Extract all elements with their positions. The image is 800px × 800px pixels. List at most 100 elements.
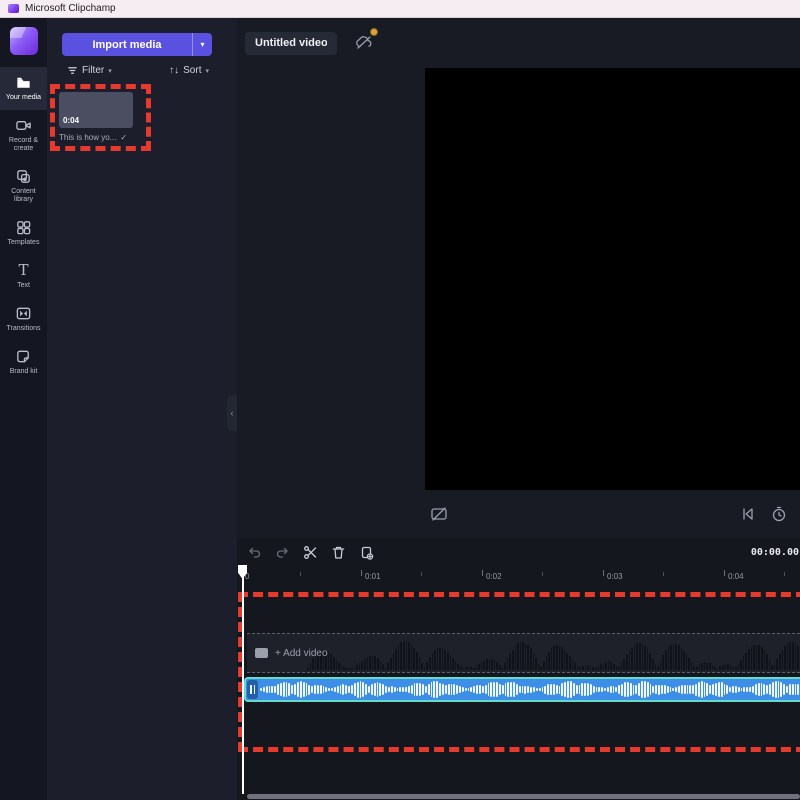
video-preview[interactable] — [425, 68, 800, 490]
sidebar-item-label: Text — [17, 282, 30, 290]
redo-icon — [275, 545, 290, 560]
timeline-tracks: + Add video — [237, 592, 800, 794]
app-root: Your media Record & create Content libra… — [0, 18, 800, 800]
skip-to-start-button[interactable] — [739, 505, 757, 523]
sort-label: Sort — [183, 65, 201, 76]
timeline-scrollbar[interactable] — [247, 794, 800, 800]
ruler-tick — [482, 570, 483, 576]
sidebar-item-text[interactable]: T Text — [0, 255, 47, 298]
media-item-duration: 0:04 — [63, 116, 79, 125]
delete-button[interactable] — [331, 545, 346, 560]
add-video-label: + Add video — [275, 648, 328, 659]
ghost-video-preview — [307, 636, 800, 670]
audio-waveform — [260, 679, 800, 700]
sidebar-item-label: Brand kit — [10, 368, 38, 376]
sidebar-item-label: Templates — [8, 239, 40, 247]
media-item-title: This is how yo... — [59, 133, 116, 142]
panel-collapse-handle[interactable]: ‹ — [227, 395, 237, 431]
sidebar-item-transitions[interactable]: Transitions — [0, 298, 47, 341]
library-icon — [15, 168, 32, 185]
sidebar-item-templates[interactable]: Templates — [0, 212, 47, 255]
ruler-tick-minor — [663, 572, 664, 576]
chevron-down-icon: ▾ — [205, 67, 209, 75]
media-panel: Import media ▾ Filter ▾ ↑↓ Sort ▾ 0:04 T… — [47, 18, 237, 800]
window-titlebar: Microsoft Clipchamp — [0, 0, 800, 18]
filter-label: Filter — [82, 65, 104, 76]
templates-icon — [15, 219, 32, 236]
ruler-label: 0:02 — [486, 572, 502, 581]
playhead[interactable] — [238, 565, 248, 794]
scissors-icon — [303, 545, 318, 560]
playhead-line — [242, 577, 244, 794]
brand-kit-icon — [15, 348, 32, 365]
media-item-highlight: 0:04 This is how yo... ✓ — [50, 84, 151, 151]
project-header — [237, 18, 800, 68]
media-item-thumbnail[interactable]: 0:04 — [59, 92, 133, 128]
timeline-current-time: 00:00.00 — [751, 547, 799, 558]
preview-controls — [237, 490, 800, 538]
ruler-label: 0:01 — [365, 572, 381, 581]
text-icon: T — [18, 262, 28, 279]
ruler-tick — [603, 570, 604, 576]
main-area: 00:00.00 0 0:01 0:02 0:03 0:04 — [237, 18, 800, 800]
timeline-ruler[interactable]: 0 0:01 0:02 0:03 0:04 — [237, 566, 800, 592]
duplicate-icon — [359, 545, 374, 560]
timer-icon — [770, 505, 788, 523]
import-media-button[interactable]: Import media — [62, 33, 192, 56]
clipchamp-app-logo[interactable] — [10, 27, 38, 55]
ruler-label: 0:03 — [607, 572, 623, 581]
redo-button[interactable] — [275, 545, 290, 560]
sidebar-item-label: Content library — [1, 188, 46, 204]
duplicate-button[interactable] — [359, 545, 374, 560]
project-title-input[interactable] — [245, 32, 337, 55]
import-media-split-button: Import media ▾ — [62, 33, 212, 56]
sidebar-item-your-media[interactable]: Your media — [0, 67, 47, 110]
sidebar-item-label: Your media — [6, 94, 41, 102]
premium-badge-icon — [370, 28, 378, 36]
sidebar: Your media Record & create Content libra… — [0, 18, 47, 800]
sidebar-item-brand-kit[interactable]: Brand kit — [0, 341, 47, 384]
chevron-down-icon: ▾ — [200, 40, 204, 49]
timeline-toolbar: 00:00.00 — [237, 538, 800, 566]
import-media-dropdown-button[interactable]: ▾ — [192, 33, 212, 56]
sidebar-item-content-library[interactable]: Content library — [0, 161, 47, 212]
captions-toggle-button[interactable] — [430, 505, 448, 523]
sort-button[interactable]: ↑↓ Sort ▾ — [169, 65, 209, 76]
ruler-tick — [361, 570, 362, 576]
camera-icon — [15, 117, 32, 134]
captions-off-icon — [430, 505, 448, 523]
clipchamp-logo-icon — [8, 4, 19, 13]
cloud-sync-off-button[interactable] — [355, 34, 375, 52]
folder-icon — [15, 74, 32, 91]
chevron-left-icon: ‹ — [231, 408, 234, 418]
ruler-tick-minor — [421, 572, 422, 576]
window-title: Microsoft Clipchamp — [25, 3, 116, 14]
ruler-tick-minor — [542, 572, 543, 576]
trim-handle-left[interactable] — [247, 680, 258, 699]
film-icon — [255, 648, 268, 658]
skip-to-start-icon — [739, 505, 757, 523]
audio-clip[interactable] — [244, 677, 800, 702]
split-button[interactable] — [303, 545, 318, 560]
timer-button[interactable] — [770, 505, 788, 523]
media-item-title-row: This is how yo... ✓ — [59, 133, 142, 142]
filter-button[interactable]: Filter ▾ — [67, 65, 112, 76]
trash-icon — [331, 545, 346, 560]
preview-area — [237, 68, 800, 490]
undo-button[interactable] — [247, 545, 262, 560]
timeline-scrollbar-thumb — [247, 794, 800, 799]
sidebar-item-record-create[interactable]: Record & create — [0, 110, 47, 161]
filter-icon — [67, 65, 78, 76]
check-icon: ✓ — [120, 133, 127, 142]
sidebar-item-label: Transitions — [7, 325, 41, 333]
sidebar-item-label: Record & create — [1, 137, 46, 153]
timeline: 00:00.00 0 0:01 0:02 0:03 0:04 — [237, 538, 800, 800]
ruler-label: 0:04 — [728, 572, 744, 581]
add-video-track[interactable]: + Add video — [247, 633, 800, 673]
ruler-tick — [724, 570, 725, 576]
filter-sort-row: Filter ▾ ↑↓ Sort ▾ — [67, 65, 209, 76]
sort-arrows-icon: ↑↓ — [169, 65, 179, 76]
ruler-tick-minor — [784, 572, 785, 576]
undo-icon — [247, 545, 262, 560]
cloud-off-icon — [355, 34, 373, 50]
